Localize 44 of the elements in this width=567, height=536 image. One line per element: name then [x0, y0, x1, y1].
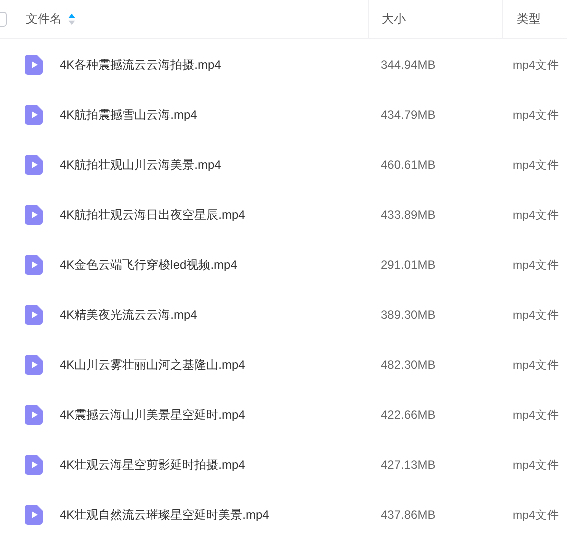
- file-type: mp4文件: [513, 58, 560, 72]
- video-file-icon: [25, 205, 43, 225]
- file-name[interactable]: 4K震撼云海山川美景星空延时.mp4: [60, 406, 246, 424]
- file-type: mp4文件: [513, 308, 560, 322]
- file-type: mp4文件: [513, 408, 560, 422]
- file-size: 482.30MB: [381, 358, 436, 372]
- video-file-icon: [25, 505, 43, 525]
- file-size: 460.61MB: [381, 158, 436, 172]
- file-size: 427.13MB: [381, 458, 436, 472]
- file-type: mp4文件: [513, 158, 560, 172]
- file-size: 291.01MB: [381, 258, 436, 272]
- video-file-icon: [25, 355, 43, 375]
- column-header[interactable]: 类型: [517, 10, 541, 28]
- file-name[interactable]: 4K壮观自然流云璀璨星空延时美景.mp4: [60, 506, 270, 524]
- file-name[interactable]: 4K金色云端飞行穿梭led视频.mp4: [60, 256, 238, 274]
- file-name[interactable]: 4K精美夜光流云云海.mp4: [60, 306, 198, 324]
- column-header[interactable]: 大小: [382, 10, 406, 28]
- file-name[interactable]: 4K壮观云海星空剪影延时拍摄.mp4: [60, 456, 246, 474]
- video-file-icon: [25, 55, 43, 75]
- file-size: 437.86MB: [381, 508, 436, 522]
- file-size: 344.94MB: [381, 58, 436, 72]
- sort-icon[interactable]: [68, 12, 76, 26]
- file-type: mp4文件: [513, 358, 560, 372]
- video-file-icon: [25, 255, 43, 275]
- file-name[interactable]: 4K山川云雾壮丽山河之基隆山.mp4: [60, 356, 246, 374]
- file-type: mp4文件: [513, 208, 560, 222]
- file-type: mp4文件: [513, 258, 560, 272]
- file-size: 422.66MB: [381, 408, 436, 422]
- video-file-icon: [25, 105, 43, 125]
- file-name[interactable]: 4K航拍壮观山川云海美景.mp4: [60, 156, 222, 174]
- file-size: 434.79MB: [381, 108, 436, 122]
- file-type: mp4文件: [513, 458, 560, 472]
- file-type: mp4文件: [513, 108, 560, 122]
- video-file-icon: [25, 455, 43, 475]
- file-name[interactable]: 4K航拍壮观云海日出夜空星辰.mp4: [60, 206, 246, 224]
- file-size: 389.30MB: [381, 308, 436, 322]
- video-file-icon: [25, 305, 43, 325]
- file-size: 433.89MB: [381, 208, 436, 222]
- file-name[interactable]: 4K各种震撼流云云海拍摄.mp4: [60, 56, 222, 74]
- video-file-icon: [25, 405, 43, 425]
- file-name[interactable]: 4K航拍震撼雪山云海.mp4: [60, 106, 198, 124]
- video-file-icon: [25, 155, 43, 175]
- file-type: mp4文件: [513, 508, 560, 522]
- column-header[interactable]: 文件名: [26, 10, 62, 28]
